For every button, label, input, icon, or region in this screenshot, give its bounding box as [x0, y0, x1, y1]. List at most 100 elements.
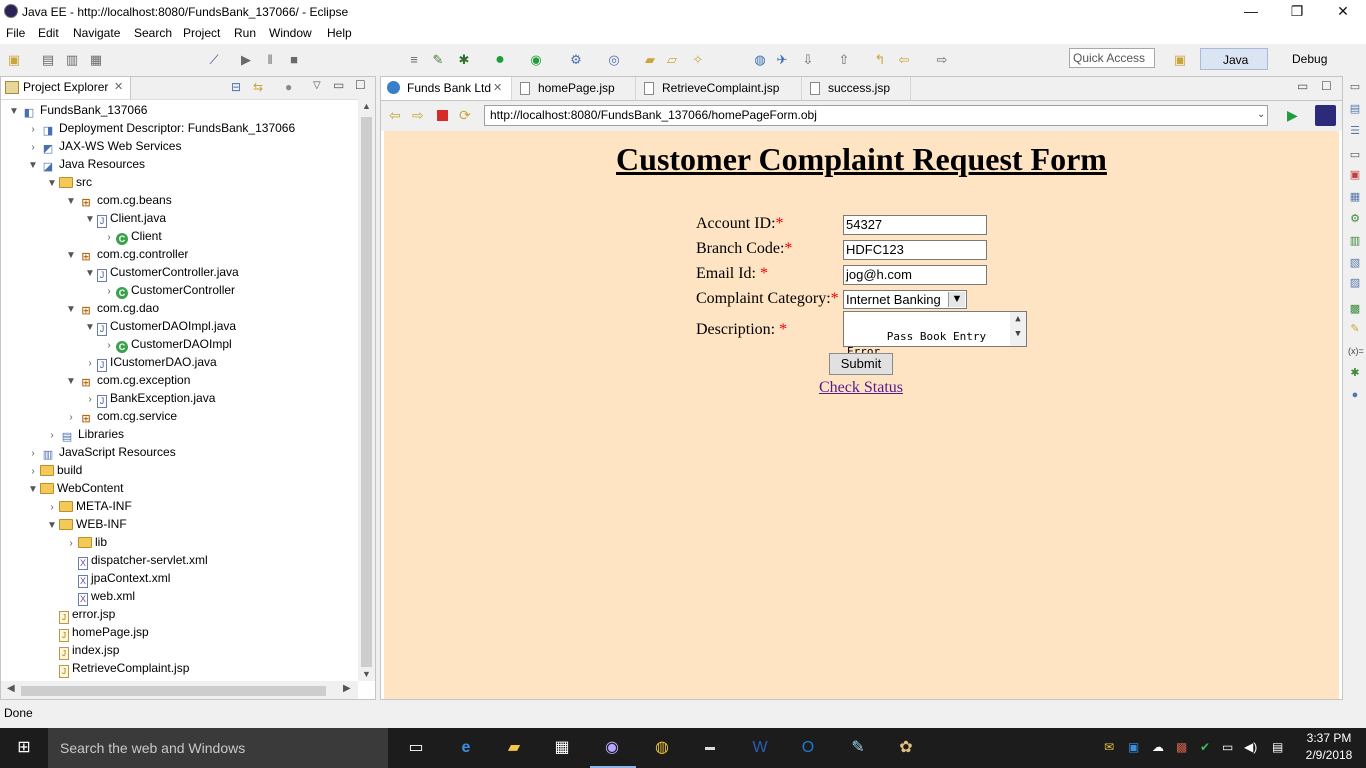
- security-tray-icon[interactable]: ✔: [1200, 740, 1210, 754]
- terminate-icon[interactable]: ■: [286, 52, 302, 68]
- run-icon[interactable]: ●: [492, 52, 508, 68]
- expanded-chevron-icon[interactable]: ▼: [83, 265, 97, 283]
- mail-tray-icon[interactable]: ✉: [1104, 740, 1114, 754]
- previous-annotation-icon[interactable]: ⇧: [836, 52, 852, 68]
- search-view-icon[interactable]: ✎: [1348, 322, 1362, 336]
- tree-item[interactable]: Xweb.xml: [64, 587, 135, 606]
- tree-item[interactable]: JhomePage.jsp: [45, 623, 149, 642]
- go-icon[interactable]: ▶: [1287, 107, 1298, 124]
- tree-item[interactable]: ▼ src: [45, 173, 92, 191]
- maximize-editor-icon[interactable]: ☐: [1321, 79, 1332, 93]
- tree-item[interactable]: › C CustomerDAOImpl: [102, 335, 232, 353]
- open-task-icon[interactable]: ✎: [430, 52, 446, 68]
- tree-item[interactable]: XjpaContext.xml: [64, 569, 170, 588]
- open-folder-icon[interactable]: ▱: [664, 52, 680, 68]
- expanded-chevron-icon[interactable]: ▼: [64, 373, 78, 391]
- onedrive-tray-icon[interactable]: ☁: [1152, 740, 1164, 754]
- expanded-chevron-icon[interactable]: ▼: [64, 193, 78, 211]
- volume-tray-icon[interactable]: ◀): [1244, 740, 1257, 754]
- browser-refresh-icon[interactable]: ⟳: [459, 107, 471, 124]
- collapse-all-icon[interactable]: ⊟: [231, 80, 241, 94]
- paint-icon[interactable]: ✿: [894, 736, 918, 760]
- forward-icon[interactable]: ⇨: [934, 52, 950, 68]
- tree-item[interactable]: › lib: [64, 533, 107, 551]
- menu-window[interactable]: Window: [269, 26, 312, 40]
- browser-forward-icon[interactable]: ⇨: [412, 107, 424, 124]
- external-tools-icon[interactable]: ⚙: [568, 52, 584, 68]
- menu-help[interactable]: Help: [327, 26, 352, 40]
- perspective-debug[interactable]: Debug: [1270, 48, 1332, 70]
- branch-code-input[interactable]: HDFC123: [843, 240, 987, 260]
- tree-item[interactable]: › ◩ JAX-WS Web Services: [26, 137, 181, 155]
- tree-item[interactable]: › build: [26, 461, 82, 479]
- tree-item[interactable]: › J ICustomerDAO.java: [83, 353, 217, 372]
- tree-item[interactable]: J RetrieveComplaint.jsp: [45, 659, 189, 678]
- link-with-editor-icon[interactable]: ⇆: [253, 80, 263, 94]
- submit-button[interactable]: Submit: [829, 353, 893, 375]
- eclipse-taskbar-icon[interactable]: ◉: [600, 736, 624, 760]
- complaint-category-select[interactable]: Internet Banking ▼: [843, 290, 967, 309]
- file-explorer-icon[interactable]: ▰: [502, 736, 526, 760]
- tab-project-explorer[interactable]: Project Explorer ✕: [1, 77, 131, 99]
- tab-success-jsp[interactable]: success.jsp: [802, 77, 911, 100]
- tree-item[interactable]: ▼ J Client.java: [83, 209, 166, 229]
- servers-icon[interactable]: ⚙: [1348, 212, 1362, 226]
- skip-breakpoints-icon[interactable]: ⟋: [206, 52, 222, 68]
- tree-item[interactable]: ▼ ⊞ com.cg.dao: [64, 299, 159, 317]
- restore-button[interactable]: ❐: [1274, 0, 1320, 24]
- new-java-class-icon[interactable]: ◎: [606, 52, 622, 68]
- next-annotation-icon[interactable]: ⇩: [800, 52, 816, 68]
- expanded-chevron-icon[interactable]: ▼: [83, 319, 97, 337]
- tree-item[interactable]: › ▤ Libraries: [45, 425, 124, 443]
- action-center-icon[interactable]: ▤: [1272, 740, 1283, 754]
- chrome-icon[interactable]: ◍: [650, 736, 674, 760]
- menu-project[interactable]: Project: [183, 26, 220, 40]
- scroll-up-icon[interactable]: ▲: [362, 101, 371, 111]
- task-list-icon[interactable]: ☰: [1348, 124, 1362, 138]
- minimize-editor-icon[interactable]: ▭: [1297, 79, 1308, 93]
- network-tray-icon[interactable]: ▭: [1222, 740, 1233, 754]
- tree-vertical-scroll-thumb[interactable]: [361, 117, 372, 667]
- browser-back-icon[interactable]: ⇦: [389, 107, 401, 124]
- open-perspective-icon[interactable]: ≡: [406, 52, 422, 68]
- suspend-icon[interactable]: ‖: [262, 52, 278, 68]
- focus-icon[interactable]: ●: [285, 80, 292, 94]
- tree-item[interactable]: › C Client: [102, 227, 162, 245]
- scroll-right-icon[interactable]: ▶: [343, 683, 351, 694]
- mysql-icon[interactable]: ▬: [698, 736, 722, 760]
- description-textarea[interactable]: Pass Book Entry Error. ▲ ▼: [843, 311, 1027, 358]
- menu-navigate[interactable]: Navigate: [73, 26, 120, 40]
- perspective-java-ee[interactable]: Java EE: [1200, 48, 1268, 89]
- tree-item[interactable]: › META-INF: [45, 497, 131, 515]
- outlook-icon[interactable]: O: [796, 736, 820, 760]
- resume-icon[interactable]: ▶: [238, 52, 254, 68]
- tree-item[interactable]: Jerror.jsp: [45, 605, 115, 624]
- maximize-view-icon[interactable]: ☐: [355, 78, 366, 92]
- new-icon[interactable]: ▣: [6, 52, 22, 68]
- restore-icon[interactable]: ▭: [1348, 148, 1362, 162]
- tree-item[interactable]: Jindex.jsp: [45, 641, 119, 660]
- tree-item[interactable]: › ▥ JavaScript Resources: [26, 443, 175, 461]
- expressions-icon[interactable]: ●: [1348, 388, 1362, 402]
- taskbar-search-box[interactable]: Search the web and Windows: [48, 728, 388, 768]
- chevron-down-icon[interactable]: ▼: [948, 292, 965, 307]
- tab-funds-bank-ltd[interactable]: Funds Bank Ltd ✕: [381, 77, 512, 100]
- menu-edit[interactable]: Edit: [38, 26, 59, 40]
- expanded-chevron-icon[interactable]: ▼: [64, 301, 78, 319]
- open-type-icon[interactable]: ▰: [642, 52, 658, 68]
- back-icon[interactable]: ⇦: [896, 52, 912, 68]
- properties-icon[interactable]: ▦: [1348, 190, 1362, 204]
- tab-homepage-jsp[interactable]: homePage.jsp: [512, 77, 636, 100]
- tree-item[interactable]: ▼ J CustomerController.java: [83, 263, 239, 283]
- url-dropdown-icon[interactable]: ⌄: [1257, 109, 1265, 120]
- expanded-chevron-icon[interactable]: ▼: [83, 211, 97, 229]
- browser-stop-icon[interactable]: [437, 110, 448, 121]
- save-all-icon[interactable]: ▥: [64, 52, 80, 68]
- tree-item[interactable]: ▼ WEB-INF: [45, 515, 127, 533]
- notepad-icon[interactable]: ✎: [846, 736, 870, 760]
- debug-icon[interactable]: ✱: [456, 52, 472, 68]
- outlook-tray-icon[interactable]: ▣: [1128, 740, 1139, 754]
- tree-item[interactable]: › ⊞ com.cg.service: [64, 407, 177, 425]
- tree-item[interactable]: ▼ ⊞ com.cg.controller: [64, 245, 188, 263]
- menu-file[interactable]: File: [6, 26, 25, 40]
